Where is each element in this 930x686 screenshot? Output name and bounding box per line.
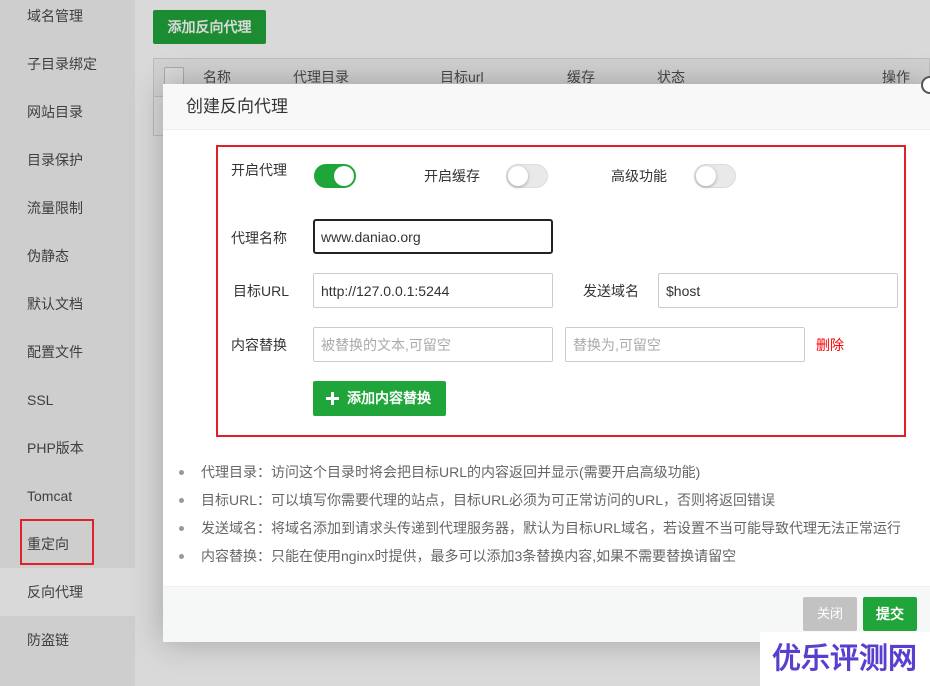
send-domain-label: 发送域名 [583, 283, 639, 299]
bullet-icon [179, 498, 184, 503]
advanced-label: 高级功能 [611, 168, 667, 184]
target-url-input[interactable] [313, 273, 553, 308]
switch-knob [696, 166, 716, 186]
create-reverse-proxy-dialog: 创建反向代理 开启代理 开启缓存 高级功能 代理名称 目标URL 发送域名 内容… [163, 84, 930, 642]
add-content-replace-label: 添加内容替换 [347, 390, 431, 406]
submit-button[interactable]: 提交 [863, 597, 917, 631]
help-note: 内容替换：只能在使用nginx时提供，最多可以添加3条替换内容,如果不需要替换请… [179, 542, 930, 570]
help-note-text: 发送域名：将域名添加到请求头传递到代理服务器，默认为目标URL域名，若设置不当可… [201, 520, 902, 536]
watermark-text: 优乐评测网 [772, 643, 918, 675]
help-note-text: 代理目录：访问这个目录时将会把目标URL的内容返回并显示(需要开启高级功能) [201, 464, 701, 480]
watermark-logo: 优乐评测网 [760, 632, 930, 686]
switch-knob [508, 166, 528, 186]
close-button[interactable]: 关闭 [803, 597, 857, 631]
help-notes: 代理目录：访问这个目录时将会把目标URL的内容返回并显示(需要开启高级功能) 目… [179, 458, 930, 570]
replace-from-input[interactable] [313, 327, 553, 362]
proxy-name-label: 代理名称 [231, 230, 287, 246]
help-note-text: 目标URL：可以填写你需要代理的站点，目标URL必须为可正常访问的URL，否则将… [201, 492, 776, 508]
enable-proxy-label: 开启代理 [231, 162, 287, 178]
advanced-switch[interactable] [694, 164, 736, 188]
annotation-box-redirect [20, 519, 94, 565]
target-url-label: 目标URL [233, 283, 290, 299]
proxy-name-input[interactable] [313, 219, 553, 254]
enable-cache-switch[interactable] [506, 164, 548, 188]
plus-icon [326, 392, 339, 405]
help-note-text: 内容替换：只能在使用nginx时提供，最多可以添加3条替换内容,如果不需要替换请… [201, 548, 737, 564]
help-note: 发送域名：将域名添加到请求头传递到代理服务器，默认为目标URL域名，若设置不当可… [179, 514, 930, 542]
bullet-icon [179, 526, 184, 531]
send-domain-input[interactable] [658, 273, 898, 308]
switch-knob [334, 166, 354, 186]
help-note: 目标URL：可以填写你需要代理的站点，目标URL必须为可正常访问的URL，否则将… [179, 486, 930, 514]
delete-replace-link[interactable]: 删除 [816, 335, 844, 355]
help-note: 代理目录：访问这个目录时将会把目标URL的内容返回并显示(需要开启高级功能) [179, 458, 930, 486]
bullet-icon [179, 554, 184, 559]
add-content-replace-button[interactable]: 添加内容替换 [313, 381, 446, 416]
enable-cache-label: 开启缓存 [424, 168, 480, 184]
content-replace-label: 内容替换 [231, 337, 287, 353]
replace-to-input[interactable] [565, 327, 805, 362]
enable-proxy-switch[interactable] [314, 164, 356, 188]
bullet-icon [179, 470, 184, 475]
dialog-title: 创建反向代理 [163, 84, 930, 130]
